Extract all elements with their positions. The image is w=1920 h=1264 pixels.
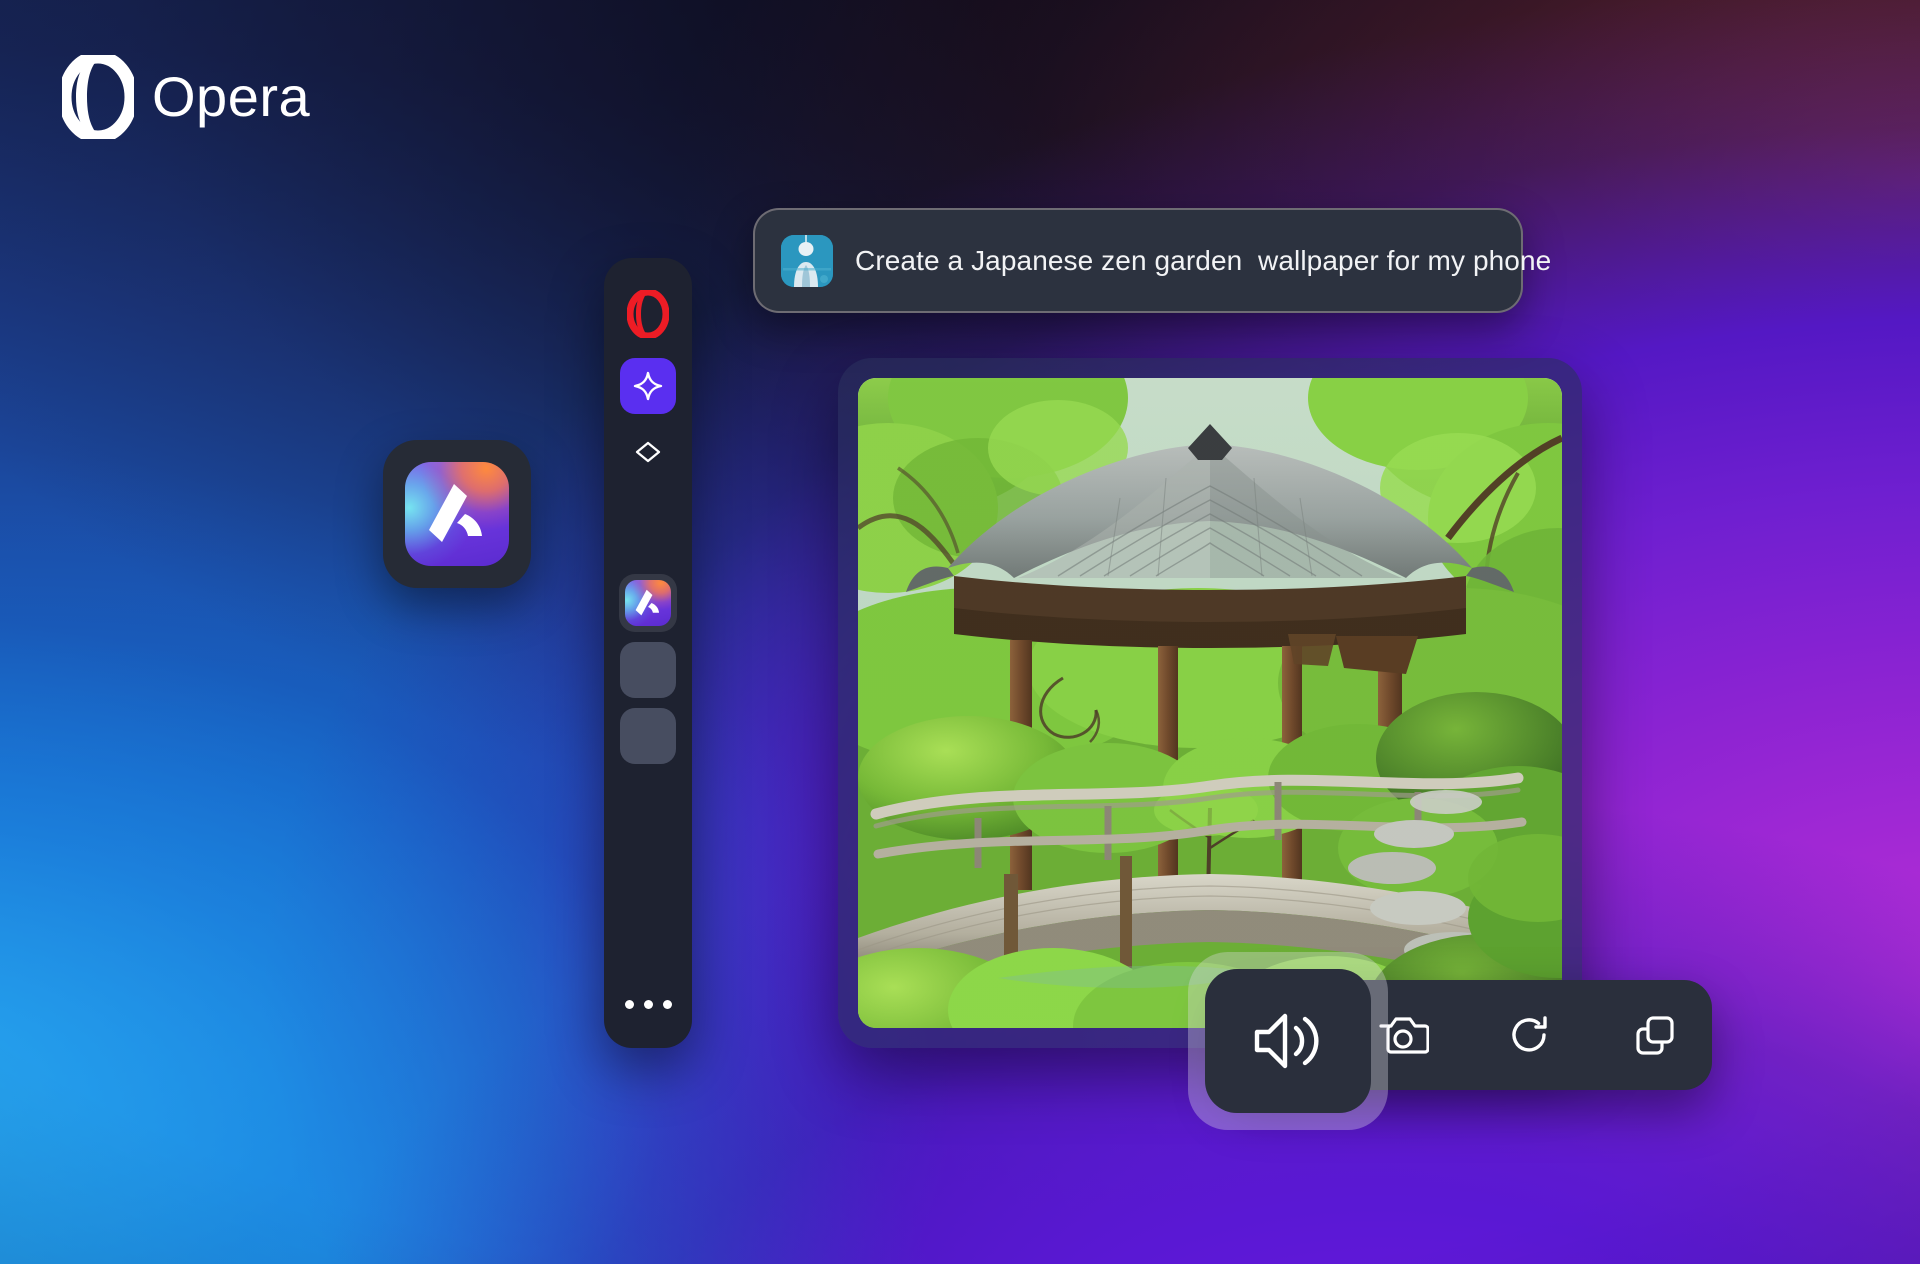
copy-button[interactable]	[1624, 1004, 1686, 1066]
sidebar-pinned-slot-2[interactable]	[620, 708, 676, 764]
user-avatar	[781, 234, 833, 287]
aria-app-icon-floating[interactable]	[383, 440, 531, 588]
opera-menu-button[interactable]	[620, 286, 676, 342]
opera-logo-icon	[62, 55, 134, 139]
aria-glyph-icon	[635, 589, 660, 616]
opera-wordmark: Opera	[152, 65, 311, 128]
ellipsis-icon	[662, 999, 672, 1009]
opera-brand-logo: Opera	[62, 55, 310, 139]
opera-o-icon	[627, 290, 669, 338]
aria-app-icon	[625, 580, 671, 626]
sidebar-pinned-slot-1[interactable]	[620, 642, 676, 698]
ellipsis-icon	[643, 999, 653, 1009]
prompt-bar[interactable]: Create a Japanese zen garden wallpaper f…	[753, 208, 1551, 313]
opera-sidebar[interactable]	[604, 258, 692, 1048]
refresh-icon	[1512, 1016, 1547, 1052]
sidebar-item-gem[interactable]	[620, 424, 676, 480]
read-aloud-highlight	[1188, 952, 1388, 1130]
aria-glyph-icon	[429, 484, 482, 542]
sidebar-more-button[interactable]	[614, 986, 682, 1022]
sparkle-star-icon	[633, 371, 663, 401]
regenerate-button[interactable]	[1498, 1004, 1560, 1066]
read-aloud-button[interactable]	[1205, 969, 1371, 1113]
sidebar-pinned-aria[interactable]	[619, 574, 677, 632]
prompt-text: Create a Japanese zen garden wallpaper f…	[855, 244, 1552, 276]
speaker-icon	[1254, 1013, 1319, 1069]
ellipsis-icon	[624, 999, 634, 1009]
diamond-gem-icon	[635, 441, 661, 463]
aria-app-icon	[405, 462, 509, 566]
zen-garden-artwork	[858, 378, 1562, 1028]
generated-wallpaper-image[interactable]	[858, 378, 1562, 1028]
image-result-panel	[838, 358, 1582, 1048]
sidebar-item-aria[interactable]	[620, 358, 676, 414]
copy-icon	[1636, 1016, 1674, 1055]
avatar-figure-icon	[781, 234, 833, 287]
